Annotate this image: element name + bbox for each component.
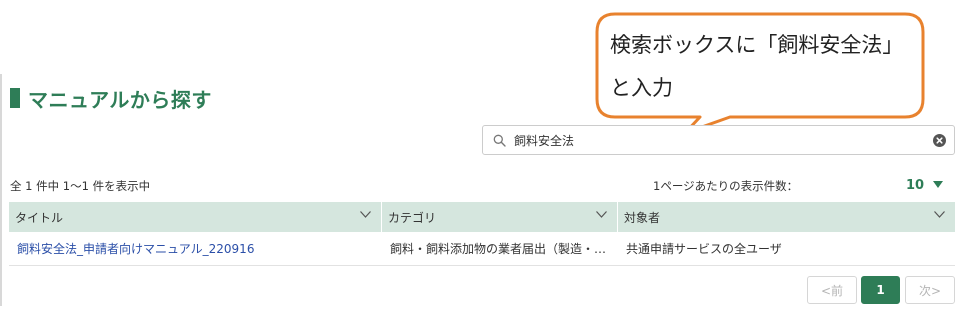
- results-table: タイトル カテゴリ 対象者 飼料安全法_申請者向けマニュアル_220916 飼料…: [9, 202, 955, 266]
- table-header: タイトル カテゴリ 対象者: [9, 202, 955, 232]
- category-text: 飼料・飼料添加物の業者届出（製造・輸入・販売）: [390, 242, 612, 256]
- per-page-label: 1ページあたりの表示件数：: [653, 179, 799, 193]
- column-header-target[interactable]: 対象者: [618, 202, 955, 232]
- column-header-label: 対象者: [624, 210, 661, 225]
- callout-bubble-shape: [595, 12, 925, 135]
- title-accent-bar: [10, 88, 20, 108]
- content-left-border: [0, 74, 2, 306]
- column-header-category[interactable]: カテゴリ: [382, 202, 618, 232]
- caret-down-icon: [933, 181, 944, 188]
- search-icon: [493, 133, 507, 147]
- cell-title: 飼料安全法_申請者向けマニュアル_220916: [9, 232, 382, 265]
- search-box: [482, 125, 955, 155]
- search-input[interactable]: [514, 133, 933, 147]
- column-header-title[interactable]: タイトル: [9, 202, 382, 232]
- column-header-label: カテゴリ: [388, 210, 437, 225]
- prev-page-button[interactable]: <前: [807, 276, 857, 304]
- chevron-down-icon: [934, 211, 945, 218]
- target-text: 共通申請サービスの全ユーザ: [626, 242, 782, 256]
- per-page-select[interactable]: 10: [906, 176, 944, 194]
- table-row: 飼料安全法_申請者向けマニュアル_220916 飼料・飼料添加物の業者届出（製造…: [9, 232, 955, 266]
- annotation-callout: 検索ボックスに「飼料安全法」 と入力: [0, 0, 960, 140]
- chevron-down-icon: [596, 211, 607, 218]
- per-page-value: 10: [906, 177, 925, 193]
- page-title-text: マニュアルから探す: [28, 87, 212, 112]
- manual-link[interactable]: 飼料安全法_申請者向けマニュアル_220916: [17, 240, 254, 257]
- next-page-button[interactable]: 次>: [905, 276, 955, 304]
- cell-category: 飼料・飼料添加物の業者届出（製造・輸入・販売）: [382, 232, 618, 265]
- column-header-label: タイトル: [15, 210, 64, 225]
- callout-text-line2: と入力: [610, 76, 673, 100]
- page-1-button[interactable]: 1: [861, 276, 900, 304]
- chevron-down-icon: [360, 211, 371, 218]
- page-title: マニュアルから探す: [10, 85, 212, 112]
- cell-target: 共通申請サービスの全ユーザ: [618, 232, 955, 265]
- callout-text-line1: 検索ボックスに「飼料安全法」: [610, 33, 904, 57]
- result-count: 全 1 件中 1〜1 件を表示中: [10, 179, 151, 193]
- clear-search-icon[interactable]: [933, 133, 947, 147]
